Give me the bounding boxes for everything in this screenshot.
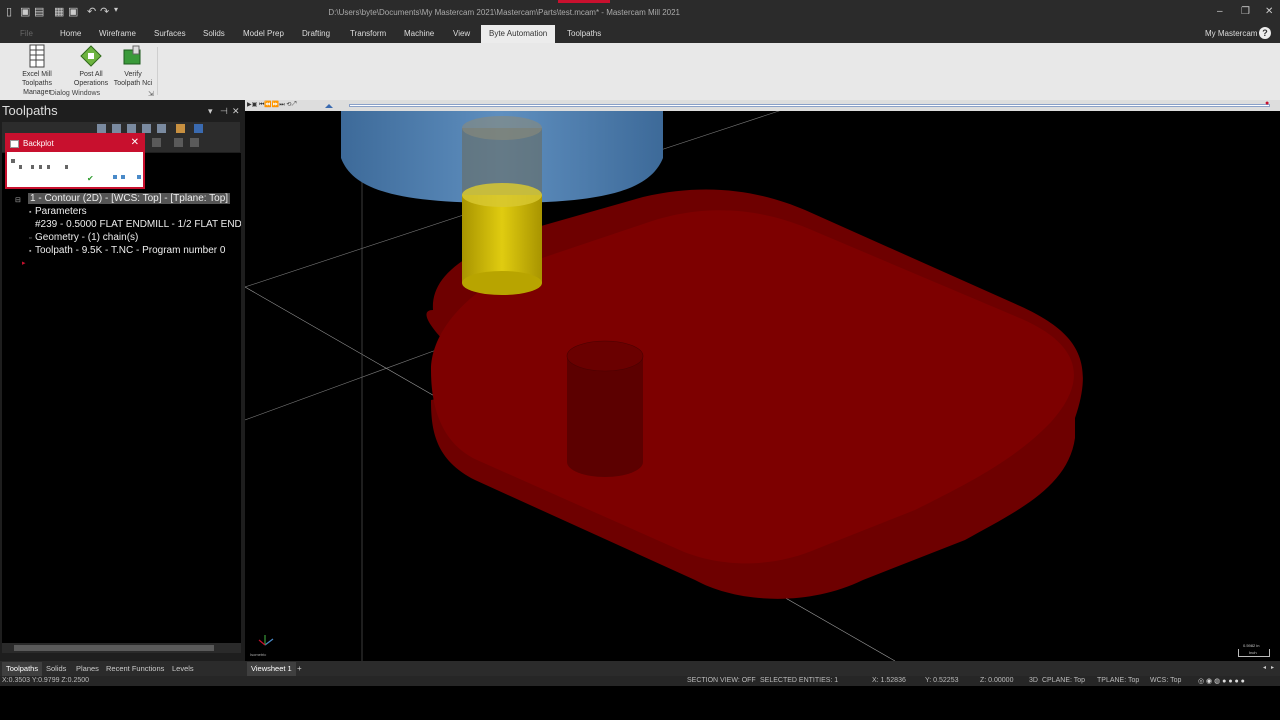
context-tab-marker: [558, 0, 610, 3]
help-icon[interactable]: ?: [1259, 27, 1271, 39]
tree-geometry[interactable]: Geometry - (1) chain(s): [35, 232, 138, 243]
close-window-button[interactable]: ✕: [1265, 6, 1273, 17]
scale-bar: 0.5982 in Inch: [1238, 643, 1270, 657]
cplane-status[interactable]: CPLANE: Top: [1042, 677, 1085, 684]
viewsheet-bar: Viewsheet 1 + ◂ ▸: [245, 661, 1280, 676]
y-coordinate[interactable]: Y: 0.52253: [925, 677, 958, 684]
tab-toolpaths-panel[interactable]: Toolpaths: [2, 662, 43, 676]
tab-byte-automation[interactable]: Byte Automation: [481, 25, 556, 43]
verify-toolpath-nci-button[interactable]: Verify Toolpath Nci: [104, 44, 162, 88]
add-viewsheet-button[interactable]: +: [297, 664, 302, 673]
panel-title: Toolpaths: [2, 103, 58, 118]
backplot-progress-bar[interactable]: ▶▣ ⏮⏪⏩⏭ ⟲↗ ●: [245, 100, 1280, 111]
tab-recent-functions-panel[interactable]: Recent Functions: [106, 664, 164, 673]
group-divider: [157, 47, 158, 95]
insert-arrow-icon[interactable]: ▸: [22, 259, 26, 267]
tree-parameters[interactable]: Parameters: [35, 206, 87, 217]
playback-controls[interactable]: ▶▣ ⏮⏪⏩⏭ ⟲↗: [247, 101, 296, 109]
tab-home[interactable]: Home: [60, 29, 81, 38]
section-view-status[interactable]: SECTION VIEW: OFF: [687, 677, 756, 684]
tab-wireframe[interactable]: Wireframe: [99, 29, 136, 38]
x-coordinate[interactable]: X: 1.52836: [872, 677, 906, 684]
tab-planes-panel[interactable]: Planes: [76, 664, 99, 673]
toolpath-icon: ▪: [29, 248, 32, 255]
backplot-app-icon: [10, 140, 19, 148]
expand-icon[interactable]: ⊟: [15, 196, 21, 204]
display-mode-icons[interactable]: ◎ ◉ ◍ ● ● ● ●: [1198, 677, 1245, 685]
geometry-icon: ▫: [29, 235, 32, 242]
backplot-close-button[interactable]: ✕: [131, 137, 139, 148]
letterbox-bottom: [0, 686, 1280, 720]
post-icon: [80, 45, 102, 67]
boss-cylinder: [566, 340, 644, 477]
spreadsheet-icon: [29, 44, 45, 68]
tab-solids-panel[interactable]: Solids: [46, 664, 66, 673]
gnomon-icon: [258, 635, 274, 646]
title-bar: ▯ ▣ ▤ ▦ ▣ ↶ ↷ ▾ D:\Users\byte\Documents\…: [0, 0, 1280, 25]
tab-file[interactable]: File: [20, 29, 33, 38]
tab-machine[interactable]: Machine: [404, 29, 434, 38]
tplane-status[interactable]: TPLANE: Top: [1097, 677, 1139, 684]
horizontal-scrollbar[interactable]: [2, 643, 241, 653]
cursor-coordinates: X:0.3503 Y:0.9799 Z:0.2500: [2, 677, 90, 684]
view-label: Isometric: [250, 652, 267, 657]
tab-toolpaths[interactable]: Toolpaths: [567, 29, 601, 38]
graphics-viewport[interactable]: ▶▣ ⏮⏪⏩⏭ ⟲↗ ● Isometric 0.5982 in Inch: [245, 100, 1280, 661]
scroll-thumb[interactable]: [14, 645, 214, 651]
ribbon-tab-bar: File Home Wireframe Surfaces Solids Mode…: [0, 25, 1280, 43]
panel-close-icon[interactable]: ✕: [232, 106, 240, 117]
tab-surfaces[interactable]: Surfaces: [154, 29, 186, 38]
minimize-button[interactable]: –: [1217, 6, 1223, 17]
mode-2d-3d[interactable]: 3D: [1029, 677, 1038, 684]
operations-tree: ⊟ 1 - Contour (2D) - [WCS: Top] - [Tplan…: [2, 153, 241, 643]
restore-button[interactable]: ❐: [1241, 6, 1250, 17]
excel-mill-toolpaths-manager-button[interactable]: Excel Mill Toolpaths Manager: [8, 44, 66, 96]
backplot-ok-button[interactable]: ✔: [87, 174, 94, 183]
scroll-left-icon[interactable]: ◂: [1263, 664, 1266, 671]
my-mastercam-link[interactable]: My Mastercam: [1205, 29, 1257, 38]
backplot-toolbar-icons[interactable]: [9, 155, 143, 185]
tab-model-prep[interactable]: Model Prep: [243, 29, 284, 38]
z-coordinate[interactable]: Z: 0.00000: [980, 677, 1013, 684]
ribbon-panel: Excel Mill Toolpaths Manager Post All Op…: [0, 43, 1280, 100]
wcs-status[interactable]: WCS: Top: [1150, 677, 1181, 684]
tab-solids[interactable]: Solids: [203, 29, 225, 38]
button-label-line1: Excel Mill: [22, 71, 52, 78]
operation-contour-2d[interactable]: 1 - Contour (2D) - [WCS: Top] - [Tplane:…: [28, 193, 231, 204]
parameters-icon: ▪: [29, 209, 32, 216]
tree-toolpath[interactable]: Toolpath - 9.5K - T.NC - Program number …: [35, 245, 225, 256]
3d-scene[interactable]: [245, 100, 1280, 661]
window-title: D:\Users\byte\Documents\My Mastercam 202…: [328, 8, 680, 17]
button-label-line2: Toolpath Nci: [113, 80, 153, 87]
ribbon-group-label: Dialog Windows: [49, 90, 101, 97]
tab-drafting[interactable]: Drafting: [302, 29, 330, 38]
viewsheet-tab[interactable]: Viewsheet 1: [247, 662, 296, 676]
panel-tab-bar: Toolpaths Solids Planes Recent Functions…: [0, 661, 245, 676]
tab-view[interactable]: View: [453, 29, 470, 38]
playback-settings-icon[interactable]: ●: [1265, 100, 1269, 107]
dialog-launcher-icon[interactable]: ⇲: [148, 90, 154, 98]
progress-track[interactable]: [349, 104, 1270, 107]
cutting-tool: [462, 116, 542, 295]
button-label-line1: Verify: [124, 71, 142, 78]
verify-icon: [123, 45, 141, 65]
backplot-title: Backplot: [23, 139, 54, 148]
panel-autohide-icon[interactable]: ⊣: [220, 106, 228, 117]
panel-menu-icon[interactable]: ▾: [208, 106, 213, 117]
scale-unit: Inch: [1249, 650, 1257, 655]
tab-levels-panel[interactable]: Levels: [172, 664, 194, 673]
tab-transform[interactable]: Transform: [350, 29, 386, 38]
backplot-dialog: Backplot ✕ ✔: [5, 133, 145, 189]
selected-entities-status: SELECTED ENTITIES: 1: [760, 677, 839, 684]
progress-marker-icon[interactable]: [325, 100, 333, 108]
backplot-titlebar[interactable]: Backplot ✕: [7, 135, 143, 152]
tree-tool[interactable]: #239 - 0.5000 FLAT ENDMILL - 1/2 FLAT EN…: [35, 219, 241, 230]
scale-value: 0.5982 in: [1243, 643, 1260, 648]
scroll-right-icon[interactable]: ▸: [1271, 664, 1274, 671]
status-bar: X:0.3503 Y:0.9799 Z:0.2500 SECTION VIEW:…: [0, 676, 1280, 686]
